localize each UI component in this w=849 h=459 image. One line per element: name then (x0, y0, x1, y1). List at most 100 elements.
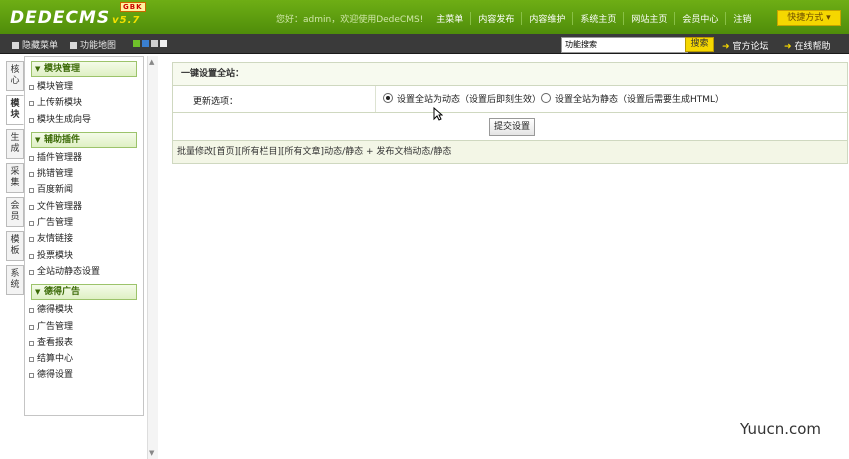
nav-site-home[interactable]: 网站主页 (623, 12, 674, 25)
bullet-icon (29, 172, 34, 178)
sidebar-item-label: 投票模块 (37, 250, 74, 261)
bullet-icon (29, 85, 34, 90)
bullet-icon (29, 357, 34, 363)
tab-system[interactable]: 系统 (6, 265, 24, 295)
radio-static-label: 设置全站为静态（设置后需要生成HTML） (555, 95, 725, 105)
sidebar-item-dede-settings[interactable]: 德得设置 (25, 367, 143, 383)
tab-collect[interactable]: 采集 (6, 163, 24, 193)
function-search-input[interactable] (561, 37, 688, 53)
scroll-down-icon[interactable]: ▼ (149, 449, 154, 457)
mouse-cursor-icon (433, 107, 443, 121)
sidebar-item-label: 查看报表 (37, 337, 74, 348)
version-label: v5.7 (112, 15, 141, 26)
hide-menu-label: 隐藏菜单 (22, 41, 59, 51)
section-title: 德得广告 (44, 287, 81, 298)
sidebar-item-plugin-manager[interactable]: 插件管理器 (25, 150, 143, 166)
encoding-badge: GBK (120, 2, 146, 12)
bullet-icon (29, 324, 34, 330)
section-title: 模块管理 (44, 64, 81, 74)
bullet-icon (29, 117, 34, 123)
search-button[interactable]: 搜索 (685, 37, 714, 52)
color-swatch-green[interactable] (133, 40, 140, 47)
sidebar-item-label: 结算中心 (37, 354, 74, 365)
frame-scrollbar[interactable]: ▲ ▼ (147, 56, 158, 459)
bullet-icon (29, 237, 34, 243)
quick-menu-button[interactable]: 快捷方式 ▾ (777, 10, 841, 26)
official-forum-label: 官方论坛 (732, 42, 769, 52)
sidebar-item-dede-module[interactable]: 德得模块 (25, 302, 143, 318)
sidebar-item-ad-manage[interactable]: 广告管理 (25, 215, 143, 231)
nav-content-maintain[interactable]: 内容维护 (521, 12, 572, 25)
sidebar-item-error-report[interactable]: 挑错管理 (25, 166, 143, 182)
section-title: 辅助插件 (44, 134, 81, 145)
sidebar-item-label: 模块生成向导 (37, 114, 92, 125)
sidebar-item-file-manager[interactable]: 文件管理器 (25, 199, 143, 215)
sidebar-item-upload-module[interactable]: 上传新模块 (25, 95, 143, 111)
submit-settings-button[interactable]: 提交设置 (489, 118, 535, 136)
section-plugins[interactable]: ▼ 辅助插件 (31, 131, 137, 148)
map-icon (70, 42, 77, 49)
sidebar-item-label: 广告管理 (37, 218, 74, 229)
sidebar-item-module-manage[interactable]: 模块管理 (25, 79, 143, 95)
nav-logout[interactable]: 注销 (725, 12, 758, 25)
radio-dynamic[interactable]: 设置全站为动态（设置后即刻生效） (383, 92, 541, 105)
sidebar-item-label: 全站动静态设置 (37, 266, 101, 277)
section-dede-ads[interactable]: ▼ 德得广告 (31, 284, 137, 301)
tab-modules[interactable]: 模块 (6, 95, 24, 125)
sidebar-item-friend-links[interactable]: 友情链接 (25, 231, 143, 247)
bullet-icon (29, 188, 34, 194)
tab-core[interactable]: 核心 (6, 61, 24, 91)
nav-member-center[interactable]: 会员中心 (674, 12, 725, 25)
sidebar-item-label: 模块管理 (37, 82, 74, 92)
function-map-button[interactable]: 功能地图 (70, 38, 116, 51)
section-module-management[interactable]: ▼ 模块管理 (31, 61, 137, 77)
bullet-icon (29, 253, 34, 259)
sidebar-item-view-report[interactable]: 查看报表 (25, 335, 143, 351)
greeting-text: 您好：admin，欢迎使用DedeCMS! (276, 15, 424, 25)
sidebar-item-label: 文件管理器 (37, 201, 83, 212)
nav-main-menu[interactable]: 主菜单 (429, 12, 470, 25)
nav-system-home[interactable]: 系统主页 (572, 12, 623, 25)
sidebar-item-vote-module[interactable]: 投票模块 (25, 248, 143, 264)
sidebar-item-site-static-settings[interactable]: 全站动静态设置 (25, 264, 143, 280)
bullet-icon (29, 269, 34, 275)
batch-modify-note: 批量修改[首页][所有栏目][所有文章]动态/静态 + 发布文档动态/静态 (172, 141, 848, 164)
online-help-link[interactable]: ➜ 在线帮助 (784, 39, 831, 52)
page-title: 一键设置全站： (172, 62, 848, 86)
sidebar-item-label: 插件管理器 (37, 152, 83, 163)
official-forum-link[interactable]: ➜ 官方论坛 (722, 39, 769, 52)
arrow-icon: ➜ (722, 42, 730, 52)
sidebar-item-label: 德得模块 (37, 305, 74, 316)
collapse-icon: ▼ (35, 65, 41, 73)
dedecms-logo: DEDECMS v5.7 GBK (10, 2, 146, 28)
left-tab-column: 核心 模块 生成 采集 会员 模板 系统 (6, 61, 24, 299)
sidebar-item-label: 德得设置 (37, 370, 74, 381)
bullet-icon (29, 204, 34, 210)
function-map-label: 功能地图 (80, 41, 117, 51)
sidebar-item-label: 广告管理 (37, 321, 74, 332)
sidebar-item-settlement[interactable]: 结算中心 (25, 351, 143, 367)
scroll-up-icon[interactable]: ▲ (149, 58, 154, 66)
sidebar-menu: ▼ 模块管理 模块管理 上传新模块 模块生成向导 ▼ 辅助插件 插件管理器 挑错管理… (24, 56, 144, 416)
hide-menu-button[interactable]: 隐藏菜单 (12, 38, 58, 51)
top-nav: 您好：admin，欢迎使用DedeCMS! 主菜单 内容发布 内容维护 系统主页… (276, 12, 758, 25)
bullet-icon (29, 221, 34, 227)
bullet-icon (29, 101, 34, 107)
sidebar-item-ad-manage-2[interactable]: 广告管理 (25, 319, 143, 335)
radio-static[interactable]: 设置全站为静态（设置后需要生成HTML） (541, 92, 724, 105)
bullet-icon (29, 373, 34, 379)
nav-publish[interactable]: 内容发布 (470, 12, 521, 25)
sidebar-item-label: 上传新模块 (37, 98, 83, 109)
tab-templates[interactable]: 模板 (6, 231, 24, 261)
color-swatch-blue[interactable] (142, 40, 149, 47)
color-swatch-gray[interactable] (151, 40, 158, 47)
tab-members[interactable]: 会员 (6, 197, 24, 227)
bullet-icon (29, 340, 34, 346)
color-swatch-white[interactable] (160, 40, 167, 47)
tab-generate[interactable]: 生成 (6, 129, 24, 159)
sidebar-item-module-wizard[interactable]: 模块生成向导 (25, 112, 143, 128)
quick-menu-label: 快捷方式 (787, 13, 824, 23)
sidebar-item-baidu-news[interactable]: 百度新闻 (25, 182, 143, 198)
main-panel: 一键设置全站： 更新选项： 设置全站为动态（设置后即刻生效） 设置全站为静态（设… (172, 62, 848, 164)
color-swatches (133, 40, 169, 50)
